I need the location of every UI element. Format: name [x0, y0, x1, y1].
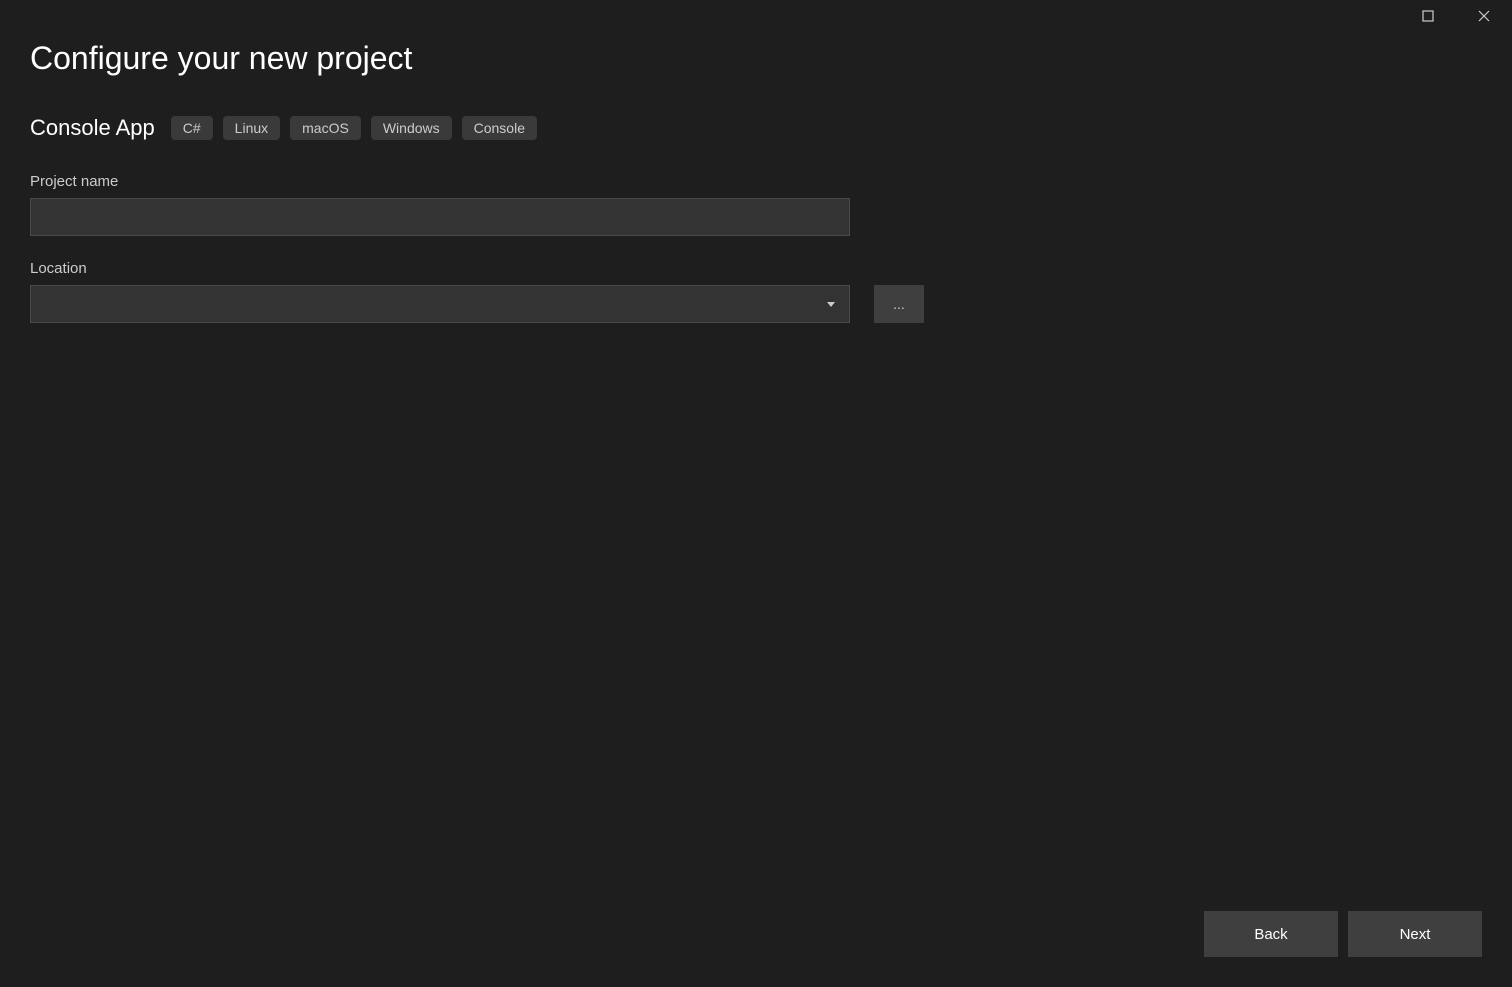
browse-button[interactable]: ... [874, 285, 924, 323]
location-row: ... [30, 285, 1482, 323]
location-label: Location [30, 260, 1482, 277]
main-content: Configure your new project Console App C… [0, 0, 1512, 987]
template-tags: C# Linux macOS Windows Console [171, 116, 537, 140]
tag-macos: macOS [290, 116, 361, 140]
tag-console: Console [462, 116, 537, 140]
close-button[interactable] [1456, 0, 1512, 32]
tag-windows: Windows [371, 116, 452, 140]
maximize-button[interactable] [1400, 0, 1456, 32]
project-name-input[interactable] [30, 198, 850, 236]
project-name-section: Project name [30, 173, 1482, 236]
window-controls [1400, 0, 1512, 32]
back-button[interactable]: Back [1204, 911, 1338, 957]
project-name-label: Project name [30, 173, 1482, 190]
maximize-icon [1422, 10, 1434, 22]
tag-linux: Linux [223, 116, 280, 140]
page-title: Configure your new project [30, 40, 1482, 77]
location-combobox[interactable] [30, 285, 850, 323]
location-section: Location ... [30, 260, 1482, 323]
template-name: Console App [30, 115, 155, 141]
next-button[interactable]: Next [1348, 911, 1482, 957]
chevron-down-icon [827, 302, 835, 307]
footer-actions: Back Next [1204, 911, 1482, 957]
template-row: Console App C# Linux macOS Windows Conso… [30, 115, 1482, 141]
tag-csharp: C# [171, 116, 213, 140]
close-icon [1478, 10, 1490, 22]
